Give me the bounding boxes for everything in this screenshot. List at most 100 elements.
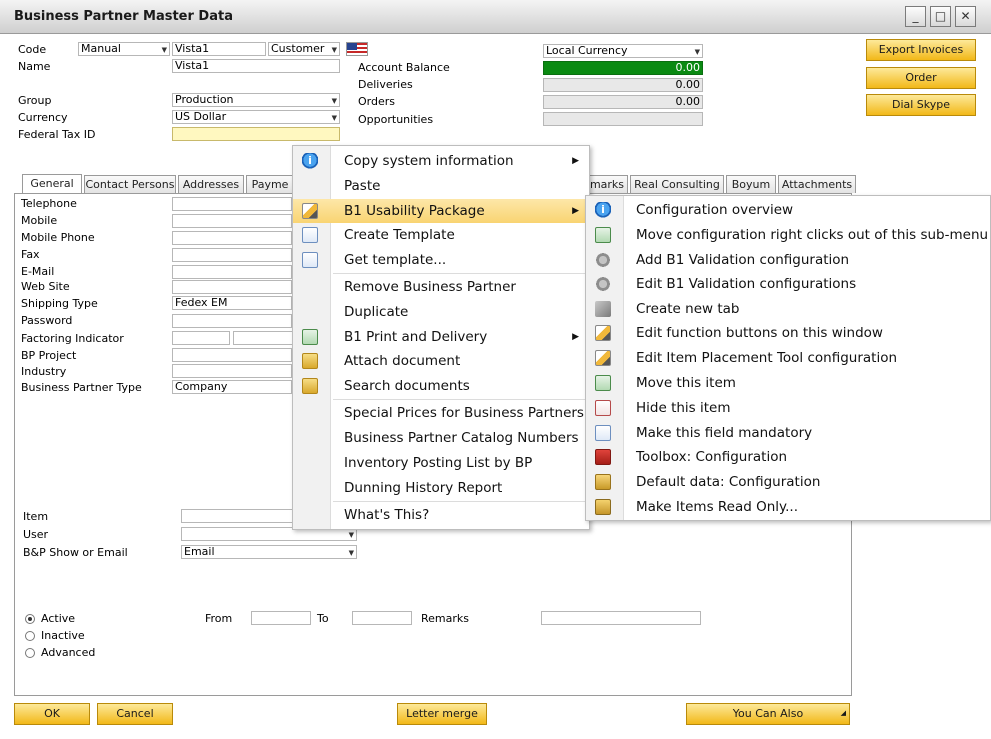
menu-item-search-documents[interactable]: Search documents [293,374,589,398]
to-date-field[interactable] [352,611,412,625]
telephone-field[interactable] [172,197,292,211]
menu-item-dunning-history[interactable]: Dunning History Report [293,476,589,500]
industry-field[interactable] [172,364,292,378]
code-series-select[interactable]: Manual ▼ [78,42,170,56]
menu-item-label: Business Partner Catalog Numbers [344,430,579,446]
orders-field: 0.00 [543,95,703,109]
inactive-label: Inactive [41,629,85,642]
submenu-item-read-only[interactable]: Make Items Read Only... [586,495,990,519]
close-icon[interactable]: ✕ [955,6,976,27]
bp-kind-select[interactable]: Customer ▼ [268,42,340,56]
menu-item-catalog-numbers[interactable]: Business Partner Catalog Numbers [293,426,589,450]
menu-item-label: Special Prices for Business Partners [344,405,584,421]
fax-field[interactable] [172,248,292,262]
minimize-icon[interactable]: _ [905,6,926,27]
menu-item-special-prices[interactable]: Special Prices for Business Partners [293,401,589,425]
edit-icon [595,350,611,366]
tab-boyum[interactable]: Boyum [726,175,776,193]
bp-project-field[interactable] [172,348,292,362]
toolbox-icon [595,449,611,465]
local-currency-select[interactable]: Local Currency ▼ [543,44,703,58]
menu-item-label: Search documents [344,378,470,394]
menu-item-remove-bp[interactable]: Remove Business Partner [293,275,589,299]
group-select[interactable]: Production ▼ [172,93,340,107]
name-label: Name [18,60,51,73]
tab-addresses[interactable]: Addresses [178,175,244,193]
move-icon [595,375,611,391]
order-button[interactable]: Order [866,67,976,89]
mobile-phone-field[interactable] [172,231,292,245]
inactive-radio[interactable] [25,631,35,641]
code-label: Code [18,43,47,56]
bp-kind-value: Customer [271,42,325,55]
menu-item-whats-this[interactable]: What's This? [293,503,589,527]
menu-item-inventory-posting[interactable]: Inventory Posting List by BP [293,451,589,475]
tab-attachments[interactable]: Attachments [778,175,856,193]
chevron-right-icon: ▶ [572,206,579,216]
menu-item-copy-system-info[interactable]: i Copy system information ▶ [293,149,589,173]
bp-type-select[interactable]: Company [172,380,292,394]
submenu-item-config-overview[interactable]: i Configuration overview [586,198,990,222]
active-radio[interactable] [25,614,35,624]
submenu-item-default-data[interactable]: Default data: Configuration [586,470,990,494]
submenu-item-edit-function-buttons[interactable]: Edit function buttons on this window [586,321,990,345]
submenu-item-move-item[interactable]: Move this item [586,371,990,395]
submenu-item-edit-validation[interactable]: Edit B1 Validation configurations [586,272,990,296]
email-label: E-Mail [21,265,55,278]
menu-item-print-delivery[interactable]: B1 Print and Delivery ▶ [293,325,589,349]
menu-item-b1-usability[interactable]: B1 Usability Package ▶ [293,199,589,223]
cancel-button[interactable]: Cancel [97,703,173,725]
remarks-field[interactable] [541,611,701,625]
move-config-icon [595,227,611,243]
code-field[interactable]: Vista1 [172,42,266,56]
website-field[interactable] [172,280,292,294]
name-field[interactable]: Vista1 [172,59,340,73]
menu-item-label: Paste [344,178,381,194]
you-can-also-button[interactable]: You Can Also ◢ [686,703,850,725]
maximize-icon[interactable]: □ [930,6,951,27]
menu-item-duplicate[interactable]: Duplicate [293,300,589,324]
edit-icon [595,325,611,341]
password-field[interactable] [172,314,292,328]
default-data-icon [595,474,611,490]
usability-submenu: i Configuration overview Move configurati… [585,195,991,521]
menu-item-get-template[interactable]: Get template... [293,248,589,272]
menu-item-create-template[interactable]: Create Template [293,223,589,247]
bp-type-label: Business Partner Type [21,381,142,394]
submenu-item-toolbox[interactable]: Toolbox: Configuration [586,445,990,469]
factoring-indicator-label: Factoring Indicator [21,332,124,345]
advanced-radio[interactable] [25,648,35,658]
letter-merge-button[interactable]: Letter merge [397,703,487,725]
shipping-type-value: Fedex EM [175,296,228,309]
submenu-item-hide-item[interactable]: Hide this item [586,396,990,420]
tab-real-consulting[interactable]: Real Consulting [630,175,724,193]
dial-skype-button[interactable]: Dial Skype [866,94,976,116]
submenu-item-create-tab[interactable]: Create new tab [586,297,990,321]
currency-select[interactable]: US Dollar ▼ [172,110,340,124]
menu-item-attach-document[interactable]: Attach document [293,349,589,373]
fed-tax-field[interactable] [172,127,340,141]
you-can-also-label: You Can Also [732,707,804,720]
mobile-field[interactable] [172,214,292,228]
tab-contact-persons[interactable]: Contact Persons [84,175,176,193]
tab-remarks[interactable]: marks [586,175,628,193]
show-email-value: Email [184,545,215,558]
shipping-type-select[interactable]: Fedex EM [172,296,292,310]
submenu-item-edit-placement[interactable]: Edit Item Placement Tool configuration [586,346,990,370]
submenu-item-add-validation[interactable]: Add B1 Validation configuration [586,248,990,272]
factoring-indicator-field[interactable] [172,331,230,345]
menu-item-paste[interactable]: Paste [293,174,589,198]
tab-payment[interactable]: Payme [246,175,294,193]
submenu-item-make-mandatory[interactable]: Make this field mandatory [586,421,990,445]
export-invoices-button[interactable]: Export Invoices [866,39,976,61]
show-email-select[interactable]: Email ▼ [181,545,357,559]
email-field[interactable] [172,265,292,279]
telephone-label: Telephone [21,197,77,210]
from-date-field[interactable] [251,611,311,625]
website-label: Web Site [21,280,70,293]
deliveries-field: 0.00 [543,78,703,92]
window-title: Business Partner Master Data [14,9,233,24]
submenu-item-move-config[interactable]: Move configuration right clicks out of t… [586,223,990,247]
tab-general[interactable]: General [22,174,82,194]
ok-button[interactable]: OK [14,703,90,725]
